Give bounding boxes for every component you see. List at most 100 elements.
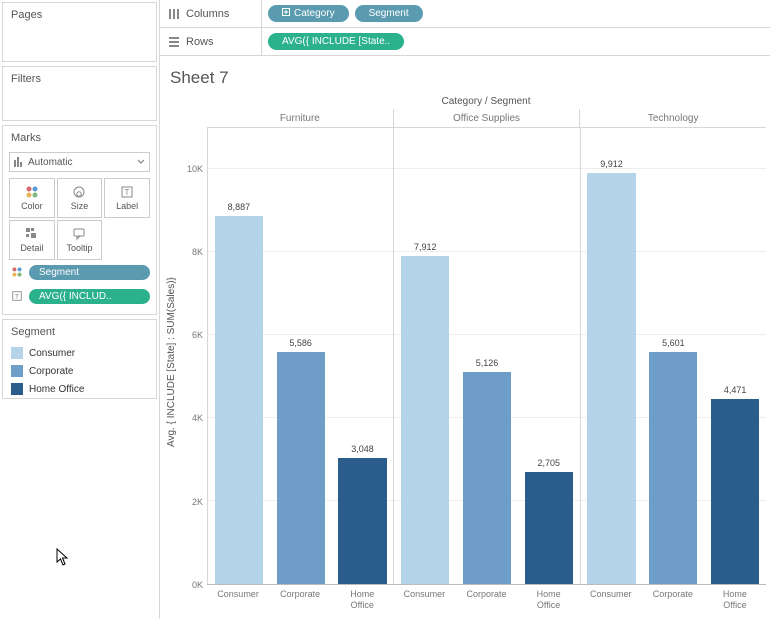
x-tick[interactable]: HomeOffice <box>331 585 393 615</box>
svg-text:T: T <box>125 188 130 197</box>
bar-slot: 4,471 <box>704 128 766 584</box>
pages-shelf[interactable]: Pages <box>2 2 157 62</box>
chart-viewport: Sheet 7 Category / Segment Avg. { INCLUD… <box>160 56 770 619</box>
bar-label: 5,601 <box>662 338 685 348</box>
legend-title: Segment <box>3 320 156 344</box>
color-icon <box>9 264 25 280</box>
bar[interactable]: 7,912 <box>401 256 449 584</box>
chevron-down-icon <box>137 158 145 166</box>
x-category-group: ConsumerCorporateHomeOffice <box>580 585 766 615</box>
bar-slot: 8,887 <box>208 128 270 584</box>
bar-label: 4,471 <box>724 385 747 395</box>
y-tick: 4K <box>192 413 203 423</box>
marks-tooltip-button[interactable]: Tooltip <box>57 220 103 260</box>
bar[interactable]: 8,887 <box>215 216 263 584</box>
marks-label-button[interactable]: T Label <box>104 178 150 218</box>
rows-label: Rows <box>186 36 214 48</box>
rows-shelf[interactable]: Rows AVG({ INCLUDE [State.. <box>160 28 770 56</box>
x-tick[interactable]: Consumer <box>580 585 642 615</box>
x-axis-ticks: ConsumerCorporateHomeOfficeConsumerCorpo… <box>207 585 766 615</box>
marks-color-button[interactable]: Color <box>9 178 55 218</box>
legend-swatch <box>11 383 23 395</box>
bar[interactable]: 9,912 <box>587 173 635 584</box>
pages-title: Pages <box>3 3 156 27</box>
columns-icon <box>168 8 180 20</box>
y-tick: 0K <box>192 580 203 590</box>
bar-label: 5,126 <box>476 358 499 368</box>
x-category-group: ConsumerCorporateHomeOffice <box>207 585 393 615</box>
x-tick[interactable]: HomeOffice <box>518 585 580 615</box>
category-group: 7,912 5,126 2,705 <box>393 128 579 584</box>
marks-dropdown-label: Automatic <box>28 157 72 168</box>
bar-label: 8,887 <box>228 202 251 212</box>
cursor-icon <box>56 548 70 566</box>
bar[interactable]: 2,705 <box>525 472 573 584</box>
x-category-group: ConsumerCorporateHomeOffice <box>393 585 579 615</box>
y-tick: 8K <box>192 247 203 257</box>
legend-item[interactable]: Home Office <box>3 380 156 398</box>
legend-item[interactable]: Corporate <box>3 362 156 380</box>
filters-title: Filters <box>3 67 156 91</box>
label-icon: T <box>9 288 25 304</box>
y-tick: 6K <box>192 330 203 340</box>
bar-label: 3,048 <box>351 444 374 454</box>
bar-auto-icon <box>14 157 24 167</box>
color-icon <box>25 185 39 199</box>
pill-include[interactable]: AVG({ INCLUD.. <box>29 289 150 304</box>
category-headers: FurnitureOffice SuppliesTechnology <box>207 109 766 127</box>
marks-type-dropdown[interactable]: Automatic <box>9 152 150 172</box>
category-header[interactable]: Furniture <box>207 109 393 127</box>
x-tick[interactable]: Consumer <box>207 585 269 615</box>
legend-swatch <box>11 347 23 359</box>
plot-area[interactable]: 8,887 5,586 3,048 7,912 5,126 2,705 9,912 5,601… <box>207 127 766 585</box>
marks-pill-segment-row[interactable]: Segment <box>3 260 156 284</box>
bar-slot: 9,912 <box>581 128 643 584</box>
legend-swatch <box>11 365 23 377</box>
category-header[interactable]: Technology <box>579 109 766 127</box>
bar[interactable]: 5,126 <box>463 372 511 584</box>
bar[interactable]: 3,048 <box>338 458 386 584</box>
pill-rows-include[interactable]: AVG({ INCLUDE [State.. <box>268 33 404 50</box>
y-tick: 10K <box>187 164 203 174</box>
bar-slot: 3,048 <box>332 128 394 584</box>
sheet-title[interactable]: Sheet 7 <box>164 64 766 96</box>
pill-category[interactable]: Category <box>268 5 349 22</box>
marks-title: Marks <box>3 126 156 150</box>
x-tick[interactable]: Corporate <box>269 585 331 615</box>
main-area: Columns Category Segment Rows AVG({ INCL… <box>160 0 770 619</box>
bar[interactable]: 5,586 <box>277 352 325 584</box>
x-tick[interactable]: Corporate <box>455 585 517 615</box>
legend-card: Segment Consumer Corporate Home Office <box>2 319 157 399</box>
marks-card: Marks Automatic Color Size T Label <box>2 125 157 315</box>
columns-label: Columns <box>186 8 229 20</box>
size-icon <box>72 185 86 199</box>
x-tick[interactable]: Corporate <box>642 585 704 615</box>
pill-segment-col[interactable]: Segment <box>355 5 423 22</box>
legend-label: Consumer <box>29 348 75 359</box>
legend-item[interactable]: Consumer <box>3 344 156 362</box>
label-icon: T <box>120 185 134 199</box>
svg-text:T: T <box>15 294 20 301</box>
plus-box-icon <box>282 8 290 16</box>
bar-slot: 5,586 <box>270 128 332 584</box>
left-sidebar: Pages Filters Marks Automatic Color Size… <box>0 0 160 619</box>
bar[interactable]: 4,471 <box>711 399 759 584</box>
columns-shelf[interactable]: Columns Category Segment <box>160 0 770 28</box>
bar-label: 5,586 <box>289 338 312 348</box>
bar-slot: 5,126 <box>456 128 518 584</box>
legend-label: Corporate <box>29 366 73 377</box>
marks-pill-include-row[interactable]: T AVG({ INCLUD.. <box>3 284 156 308</box>
rows-icon <box>168 36 180 48</box>
marks-detail-button[interactable]: Detail <box>9 220 55 260</box>
axis-title-top: Category / Segment <box>206 96 766 109</box>
pill-segment[interactable]: Segment <box>29 265 150 280</box>
x-tick[interactable]: Consumer <box>393 585 455 615</box>
detail-icon <box>25 227 39 241</box>
bar[interactable]: 5,601 <box>649 352 697 584</box>
filters-shelf[interactable]: Filters <box>2 66 157 121</box>
category-header[interactable]: Office Supplies <box>393 109 580 127</box>
bar-label: 7,912 <box>414 242 437 252</box>
legend-label: Home Office <box>29 384 84 395</box>
marks-size-button[interactable]: Size <box>57 178 103 218</box>
x-tick[interactable]: HomeOffice <box>704 585 766 615</box>
